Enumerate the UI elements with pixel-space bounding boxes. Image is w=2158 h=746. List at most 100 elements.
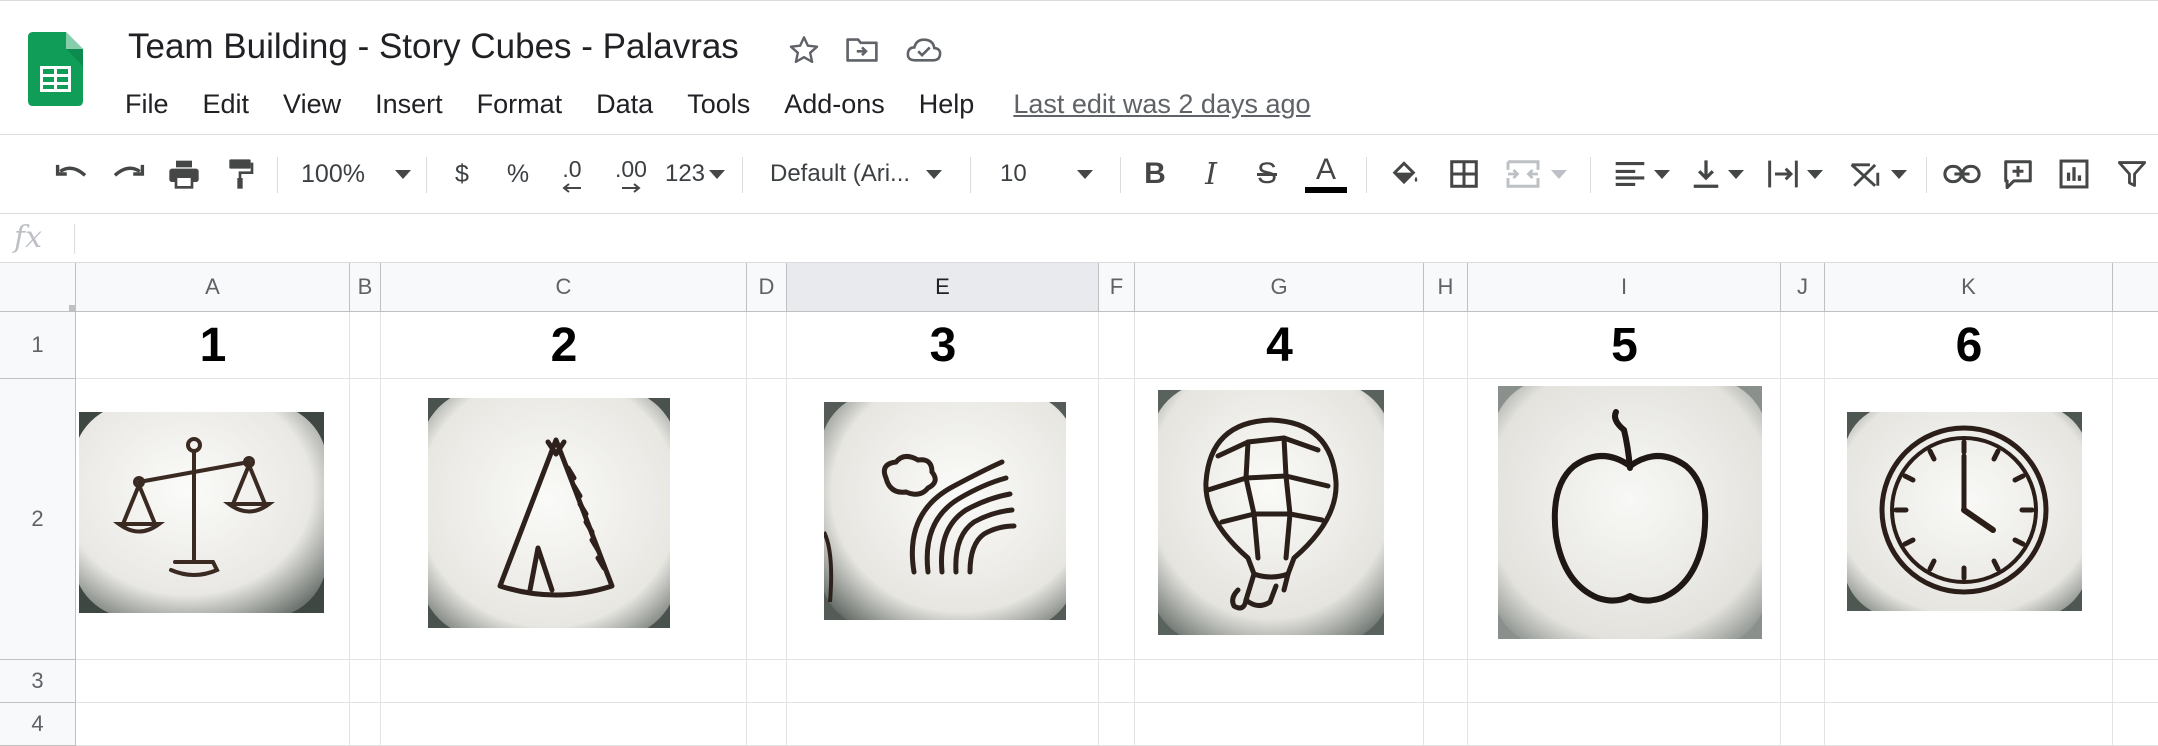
font-size-select[interactable]: 10 [1000, 151, 1104, 197]
italic-button[interactable]: I [1194, 151, 1228, 197]
borders-icon[interactable] [1444, 151, 1484, 197]
cell-c1[interactable]: 2 [381, 312, 747, 379]
rainbow-cloud-icon[interactable] [824, 402, 1066, 620]
menu-file[interactable]: File [108, 85, 186, 124]
row-header-2[interactable]: 2 [0, 379, 76, 660]
sheets-logo-icon[interactable] [28, 32, 83, 106]
menu-help[interactable]: Help [902, 85, 992, 124]
cell-e1[interactable]: 3 [787, 312, 1099, 379]
chevron-down-icon [1891, 169, 1907, 179]
arrow-left-icon [562, 182, 581, 193]
bold-button[interactable]: B [1138, 151, 1172, 197]
increase-decimal-button[interactable]: .00 [606, 151, 656, 197]
column-header-b[interactable]: B [350, 263, 381, 312]
strikethrough-button[interactable]: S [1250, 151, 1284, 197]
text-rotation-icon[interactable] [1844, 151, 1912, 197]
toolbar-separator [970, 157, 971, 193]
select-all-corner[interactable] [0, 263, 76, 312]
text-color-swatch [1305, 187, 1347, 193]
merge-cells-icon[interactable] [1502, 151, 1570, 197]
toolbar-separator [1926, 157, 1927, 193]
toolbar-separator [1120, 157, 1121, 193]
menu-add-ons[interactable]: Add-ons [767, 85, 902, 124]
column-header-j[interactable]: J [1781, 263, 1825, 312]
star-icon[interactable] [784, 30, 824, 70]
teepee-icon[interactable] [428, 398, 670, 628]
chevron-down-icon [394, 169, 411, 179]
menu-insert[interactable]: Insert [358, 85, 460, 124]
column-header-d[interactable]: D [747, 263, 787, 312]
chevron-down-icon [1551, 169, 1567, 179]
font-family-select[interactable]: Default (Ari... [770, 151, 958, 197]
undo-icon[interactable] [50, 151, 94, 197]
menu-view[interactable]: View [266, 85, 358, 124]
toolbar: 100% $ % .0 .00 123 Default (Ari... 10 B… [0, 135, 2158, 213]
percent-format-button[interactable]: % [500, 151, 536, 197]
fill-color-icon[interactable] [1384, 151, 1424, 197]
menu-data[interactable]: Data [579, 85, 670, 124]
toolbar-separator [277, 157, 278, 193]
chevron-down-icon [1728, 169, 1744, 179]
cell-i1[interactable]: 5 [1468, 312, 1781, 379]
toolbar-separator [1366, 157, 1367, 193]
row-header-1[interactable]: 1 [0, 312, 76, 379]
chevron-down-icon [709, 169, 726, 179]
chevron-down-icon [1807, 169, 1823, 179]
text-wrapping-icon[interactable] [1762, 151, 1828, 197]
column-header-l[interactable] [2113, 263, 2158, 312]
currency-format-button[interactable]: $ [444, 151, 480, 197]
column-header-f[interactable]: F [1099, 263, 1135, 312]
row-header-3[interactable]: 3 [0, 660, 76, 703]
redo-icon[interactable] [106, 151, 150, 197]
formula-bar: fx [0, 213, 2158, 263]
arrow-right-icon [622, 182, 641, 193]
formula-divider [74, 224, 75, 254]
column-header-i[interactable]: I [1468, 263, 1781, 312]
hot-air-balloon-icon[interactable] [1158, 390, 1384, 635]
cloud-saved-icon[interactable] [904, 30, 944, 70]
insert-link-icon[interactable] [1940, 151, 1984, 197]
formula-input[interactable] [90, 220, 2148, 256]
more-formats-select[interactable]: 123 [662, 151, 728, 197]
print-icon[interactable] [162, 151, 206, 197]
column-header-h[interactable]: H [1424, 263, 1468, 312]
insert-comment-icon[interactable] [1998, 151, 2038, 197]
last-edit-link[interactable]: Last edit was 2 days ago [1013, 89, 1310, 120]
cell-g1[interactable]: 4 [1135, 312, 1424, 379]
paint-format-icon[interactable] [218, 151, 262, 197]
apple-icon[interactable] [1498, 386, 1762, 639]
fx-icon: fx [14, 220, 43, 255]
cell-k1[interactable]: 6 [1825, 312, 2113, 379]
column-header-a[interactable]: A [76, 263, 350, 312]
zoom-select[interactable]: 100% [296, 151, 416, 197]
toolbar-separator [742, 157, 743, 193]
filter-icon[interactable] [2112, 151, 2152, 197]
menu-bar: File Edit View Insert Format Data Tools … [108, 84, 1311, 124]
sheet-grid: A B C D E F G H I J K 1 2 3 4 1 2 3 4 5 … [0, 263, 2158, 746]
zoom-value: 100% [301, 159, 365, 188]
clock-icon[interactable] [1847, 412, 2082, 611]
column-header-g[interactable]: G [1135, 263, 1424, 312]
text-color-button[interactable]: A [1304, 151, 1348, 197]
column-header-k[interactable]: K [1825, 263, 2113, 312]
insert-chart-icon[interactable] [2054, 151, 2094, 197]
menu-format[interactable]: Format [460, 85, 580, 124]
horizontal-align-icon[interactable] [1610, 151, 1674, 197]
balance-scale-icon[interactable] [79, 412, 324, 613]
decrease-decimal-button[interactable]: .0 [552, 151, 592, 197]
toolbar-separator [426, 157, 427, 193]
row-header-4[interactable]: 4 [0, 703, 76, 746]
column-header-e[interactable]: E [787, 263, 1099, 312]
menu-tools[interactable]: Tools [670, 85, 767, 124]
cell-a1[interactable]: 1 [76, 312, 350, 379]
document-title[interactable]: Team Building - Story Cubes - Palavras [128, 24, 739, 70]
toolbar-separator [1590, 157, 1591, 193]
vertical-align-icon[interactable] [1688, 151, 1748, 197]
chevron-down-icon [1654, 169, 1670, 179]
column-header-c[interactable]: C [381, 263, 747, 312]
move-folder-icon[interactable] [842, 30, 882, 70]
chevron-down-icon [1076, 169, 1093, 179]
menu-edit[interactable]: Edit [186, 85, 267, 124]
chevron-down-icon [926, 169, 943, 179]
top-border [0, 0, 2158, 4]
